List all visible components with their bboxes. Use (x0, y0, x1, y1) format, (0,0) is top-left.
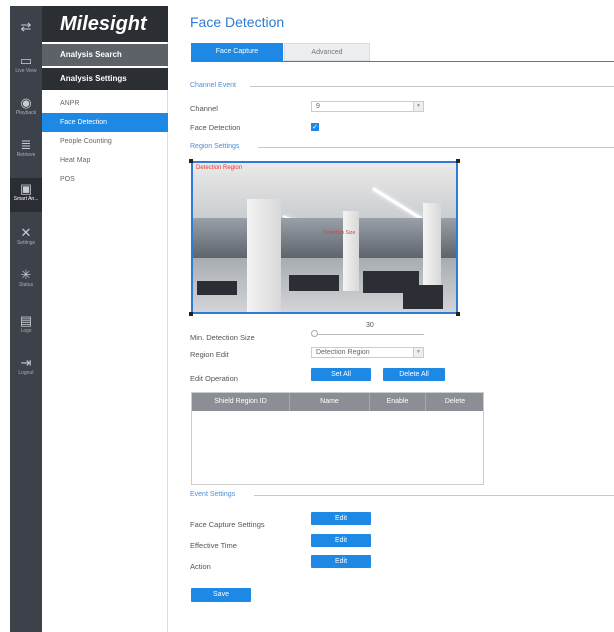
video-wall (193, 218, 456, 258)
rail-item-logout[interactable]: ⇥ Logout (10, 356, 42, 384)
logout-icon: ⇥ (20, 355, 32, 370)
rail-label-logout: Logout (18, 370, 34, 376)
rail-label-settings: Settings (16, 240, 36, 246)
rail-item-settings[interactable]: ✕ Settings (10, 226, 42, 254)
region-edit-select[interactable]: Detection Region ▼ (311, 347, 424, 358)
sliders-icon: ⇄ (20, 19, 32, 34)
video-preview[interactable]: Detection Region Detection Size (191, 161, 458, 314)
menu-item-heat-map[interactable]: Heat Map (42, 151, 168, 170)
action-label: Action (190, 562, 211, 571)
edit-operation-label: Edit Operation (190, 374, 238, 383)
face-capture-settings-label: Face Capture Settings (190, 520, 265, 529)
video-desk (197, 281, 237, 295)
tab-underline (191, 61, 614, 62)
video-desk (403, 285, 443, 309)
page-title: Face Detection (190, 14, 285, 30)
section-channel-event: Channel Event (190, 82, 236, 89)
status-icon: ✳ (20, 267, 32, 282)
region-handle[interactable] (456, 159, 460, 163)
menu-item-face-detection[interactable]: Face Detection (42, 113, 168, 132)
video-region-label: Detection Region (196, 165, 243, 171)
th-delete: Delete (444, 398, 466, 405)
rail-item-playback[interactable]: ◉ Playback (10, 96, 42, 124)
menu-item-people-counting[interactable]: People Counting (42, 132, 168, 151)
chevron-down-icon: ▼ (413, 102, 423, 111)
region-edit-value: Detection Region (316, 349, 370, 356)
rail-label-playback: Playback (15, 110, 37, 116)
rail-item-smart-analysis[interactable]: ▣ Smart An... (10, 178, 42, 212)
submenu: Milesight Analysis Search Analysis Setti… (42, 6, 168, 632)
playback-icon: ◉ (20, 95, 32, 110)
channel-value: 9 (316, 103, 320, 110)
section-divider (258, 147, 614, 148)
chevron-down-icon: ▼ (413, 348, 423, 357)
settings-icon: ✕ (20, 225, 32, 240)
rail-item-retrieve[interactable]: ≣ Retrieve (10, 138, 42, 166)
logs-icon: ▤ (19, 313, 33, 328)
section-event-settings: Event Settings (190, 491, 236, 498)
rail-label-retrieve: Retrieve (16, 152, 36, 158)
video-pillar (247, 199, 281, 312)
logo: Milesight (42, 6, 168, 42)
effective-time-edit-button[interactable]: Edit (311, 534, 371, 547)
region-handle[interactable] (456, 312, 460, 316)
menu-item-anpr[interactable]: ANPR (42, 94, 168, 113)
save-button[interactable]: Save (191, 588, 251, 602)
tab-advanced[interactable]: Advanced (284, 43, 370, 61)
table-header: Shield Region ID Name Enable Delete (192, 393, 483, 411)
region-handle[interactable] (189, 312, 193, 316)
video-face-label: Detection Size (323, 230, 356, 236)
min-size-label: Min. Detection Size (190, 333, 255, 342)
action-edit-button[interactable]: Edit (311, 555, 371, 568)
check-icon: ✓ (312, 124, 318, 131)
rail-item-logs[interactable]: ▤ Logs (10, 314, 42, 342)
video-pillar (343, 211, 359, 291)
th-shield-region-id: Shield Region ID (192, 393, 290, 411)
rail-item-status[interactable]: ✳ Status (10, 268, 42, 296)
face-detection-label: Face Detection (190, 123, 241, 132)
rail-label-logs: Logs (20, 328, 32, 334)
min-size-slider-knob[interactable] (311, 330, 318, 337)
rail-item-live-view[interactable]: ▭ Live View (10, 54, 42, 82)
region-handle[interactable] (189, 159, 193, 163)
main-panel: Face Detection Face Capture Advanced Cha… (172, 0, 614, 632)
min-size-value: 30 (366, 322, 374, 329)
set-all-button[interactable]: Set All (311, 368, 371, 381)
face-capture-settings-edit-button[interactable]: Edit (311, 512, 371, 525)
rail-label-smart-analysis: Smart An... (13, 196, 39, 202)
channel-label: Channel (190, 104, 218, 113)
shield-region-table: Shield Region ID Name Enable Delete (191, 392, 484, 485)
section-divider (254, 495, 614, 496)
rail-label-live-view: Live View (15, 68, 37, 74)
th-name: Name (290, 393, 370, 411)
channel-select[interactable]: 9 ▼ (311, 101, 424, 112)
menu-item-pos[interactable]: POS (42, 170, 168, 189)
menu-analysis-settings[interactable]: Analysis Settings (42, 68, 168, 90)
face-detection-checkbox[interactable]: ✓ (311, 123, 319, 131)
video-desk (289, 275, 339, 291)
rail-item-toggle[interactable]: ⇄ (10, 20, 42, 46)
min-size-slider-track[interactable] (314, 334, 424, 335)
section-region-settings: Region Settings (190, 143, 240, 150)
rail-label-status: Status (18, 282, 34, 288)
region-edit-label: Region Edit (190, 350, 229, 359)
live-view-icon: ▭ (19, 53, 33, 68)
section-divider (250, 86, 614, 87)
th-enable: Enable (370, 393, 426, 411)
retrieve-icon: ≣ (20, 137, 32, 152)
menu-analysis-search[interactable]: Analysis Search (42, 44, 168, 66)
smart-analysis-icon: ▣ (19, 181, 33, 196)
effective-time-label: Effective Time (190, 541, 237, 550)
icon-rail: ⇄ ▭ Live View ◉ Playback ≣ Retrieve ▣ Sm… (10, 6, 42, 632)
tab-face-capture[interactable]: Face Capture (191, 43, 283, 61)
delete-all-button[interactable]: Delete All (383, 368, 445, 381)
